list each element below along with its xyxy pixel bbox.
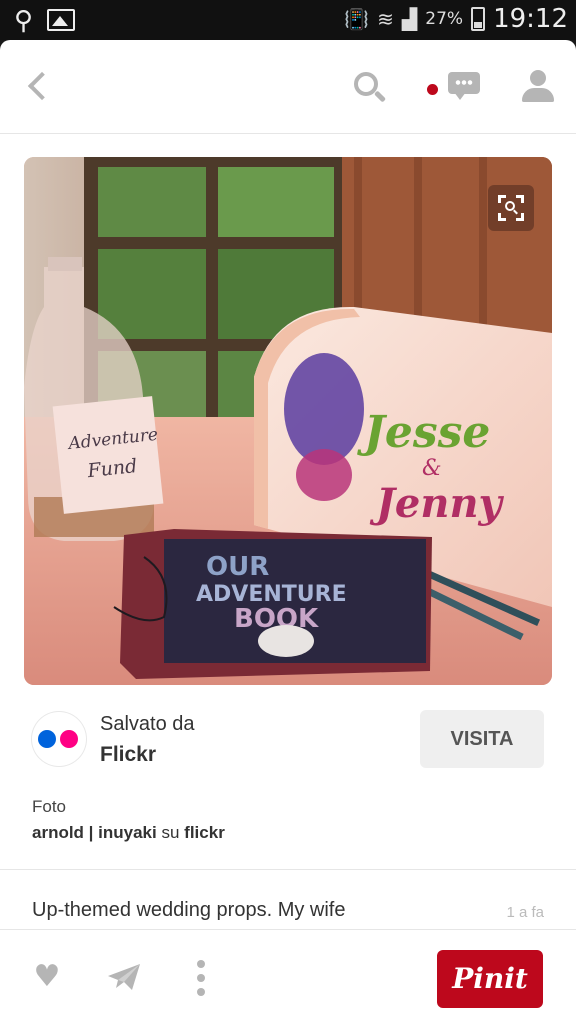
pin-it-button[interactable]: Pinit bbox=[437, 950, 543, 1008]
vibrate-icon: 📳 bbox=[344, 7, 370, 31]
usb-icon: ⚲ bbox=[14, 5, 34, 35]
back-icon[interactable] bbox=[22, 68, 54, 106]
pin-image[interactable]: Adventure Fund Jesse & Jenny OUR ADVENTU… bbox=[24, 157, 552, 685]
pin-photo: Adventure Fund Jesse & Jenny OUR ADVENTU… bbox=[24, 157, 552, 685]
top-bar bbox=[0, 40, 576, 134]
credit-author: arnold | inuyaki bbox=[32, 823, 157, 842]
photo-credit[interactable]: arnold | inuyaki su flickr bbox=[32, 823, 225, 843]
saved-from-label: Salvato da bbox=[100, 713, 195, 735]
pin-detail-screen: Adventure Fund Jesse & Jenny OUR ADVENTU… bbox=[0, 40, 576, 1024]
mailbox-name-2: Jenny bbox=[369, 480, 505, 527]
source-name[interactable]: Flickr bbox=[100, 743, 156, 767]
battery-icon bbox=[471, 7, 486, 31]
more-options-icon[interactable] bbox=[194, 960, 208, 996]
book-title-line-1: OUR bbox=[206, 552, 269, 582]
heart-icon[interactable]: ♥ bbox=[30, 962, 64, 992]
status-bar: ⚲ 📳 ≋ ▟ 27% 19:12 bbox=[0, 0, 576, 40]
divider bbox=[0, 869, 576, 870]
bottom-action-bar: ♥ Pinit bbox=[0, 929, 576, 1024]
pin-description: Up-themed wedding props. My wife bbox=[32, 899, 346, 921]
battery-percent: 27% bbox=[425, 9, 464, 29]
image-icon bbox=[47, 9, 76, 31]
profile-icon[interactable] bbox=[520, 68, 556, 104]
signal-icon: ▟ bbox=[401, 7, 418, 31]
notification-dot bbox=[427, 84, 438, 95]
mailbox-name-1: Jesse bbox=[357, 407, 490, 458]
send-icon[interactable] bbox=[106, 962, 142, 992]
credit-site: flickr bbox=[184, 823, 225, 842]
search-icon[interactable] bbox=[352, 70, 388, 106]
wifi-icon: ≋ bbox=[377, 7, 394, 31]
photo-label: Foto bbox=[32, 797, 67, 816]
visit-button[interactable]: VISITA bbox=[420, 710, 544, 768]
mailbox-amp: & bbox=[422, 456, 442, 481]
visual-search-icon[interactable] bbox=[488, 185, 534, 231]
credit-via: su bbox=[161, 823, 180, 842]
time-ago: 1 a fa bbox=[506, 904, 544, 921]
clock: 19:12 bbox=[493, 4, 568, 34]
chat-icon[interactable] bbox=[446, 70, 482, 104]
flickr-logo-icon[interactable] bbox=[32, 712, 86, 766]
